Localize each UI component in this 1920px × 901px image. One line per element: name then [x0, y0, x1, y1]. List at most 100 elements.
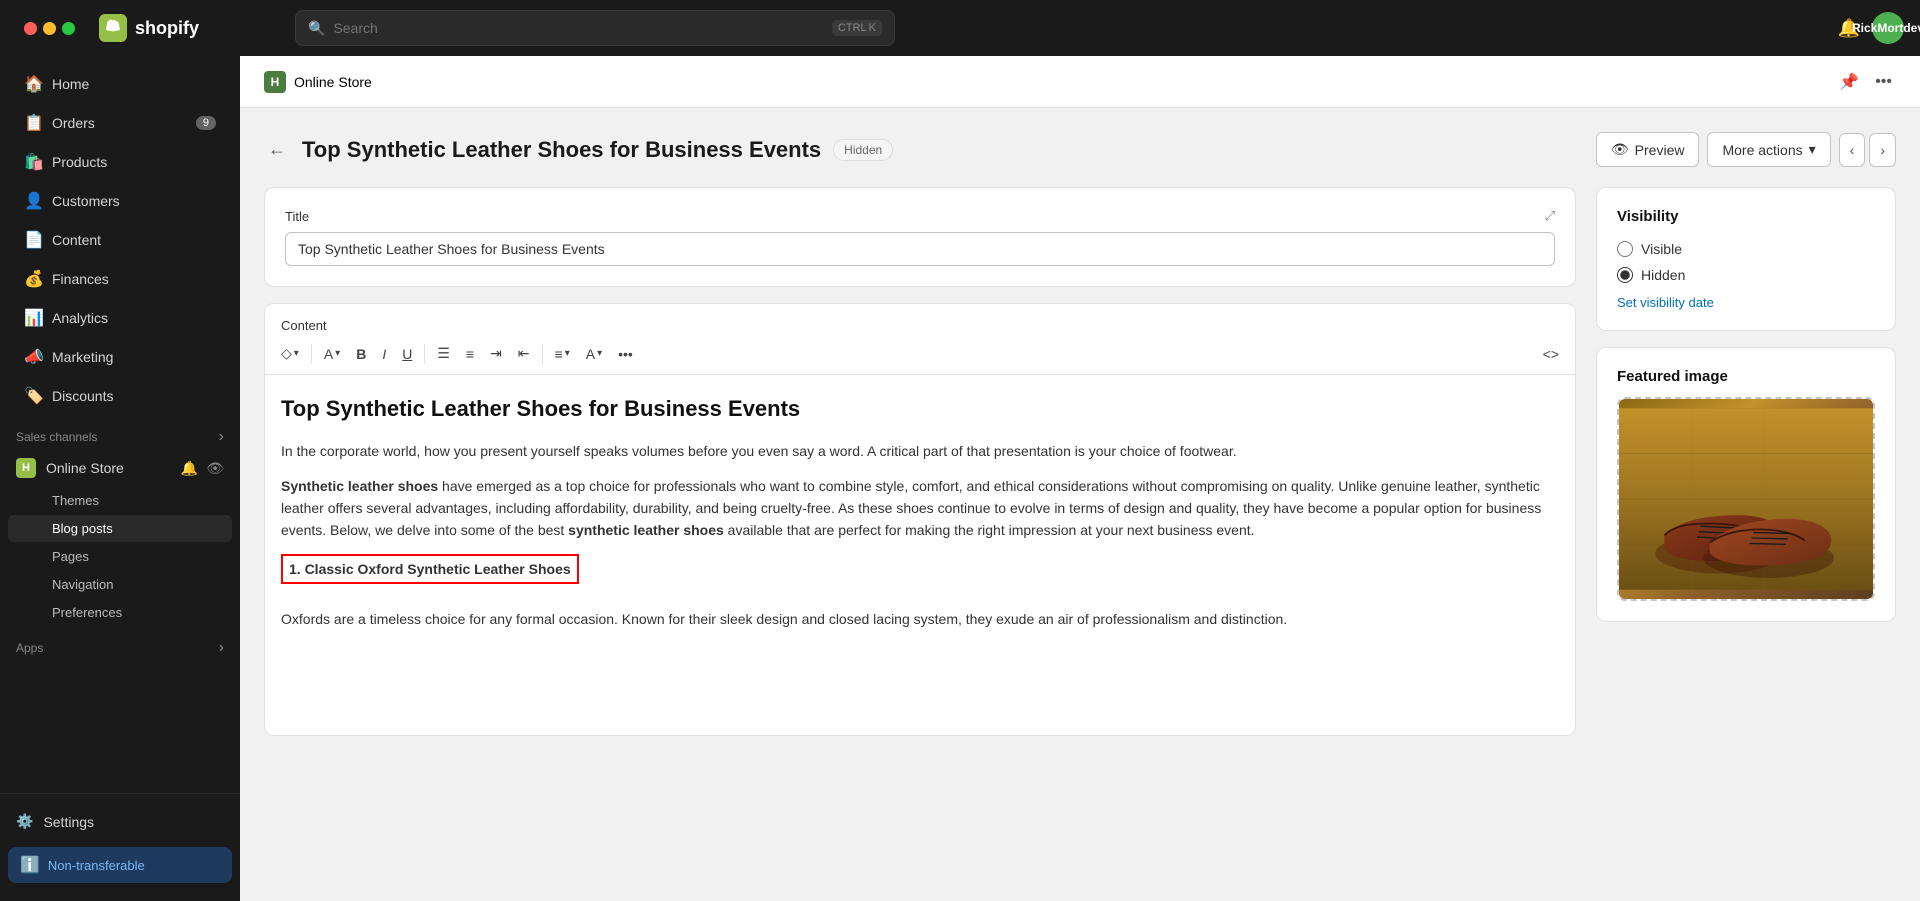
set-visibility-link[interactable]: Set visibility date: [1617, 295, 1875, 310]
sidebar-item-label: Discounts: [52, 388, 113, 404]
editor-para3: Oxfords are a timeless choice for any fo…: [281, 608, 1559, 630]
nontransferable-item[interactable]: ℹ️ Non-transferable: [8, 847, 232, 883]
sidebar-item-products[interactable]: 🛍️ Products: [8, 143, 232, 181]
italic-button[interactable]: I: [376, 342, 392, 366]
hidden-radio-item[interactable]: Hidden: [1617, 267, 1875, 283]
sidebar-item-orders[interactable]: 📋 Orders 9: [8, 104, 232, 142]
home-icon: 🏠: [24, 74, 42, 94]
orders-icon: 📋: [24, 113, 42, 133]
sidebar-subitem-blog-posts[interactable]: Blog posts: [8, 515, 232, 542]
sidebar-item-label: Orders: [52, 115, 95, 131]
editor-toolbar: ◇ ▾ A ▾ B I U ☰ ≡ ⇥ ⇤ ≡ ▾: [265, 333, 1575, 375]
preview-button[interactable]: 👁 Preview: [1596, 132, 1700, 167]
code-view-button[interactable]: <>: [1537, 342, 1565, 366]
more-actions-button[interactable]: More actions ▾: [1707, 132, 1830, 167]
format-dropdown[interactable]: ◇ ▾: [275, 341, 305, 366]
sidebar-subitem-themes[interactable]: Themes: [8, 487, 232, 514]
image-placeholder[interactable]: [1617, 397, 1875, 601]
search-icon: 🔍: [308, 20, 325, 37]
sidebar-item-analytics[interactable]: 📊 Analytics: [8, 299, 232, 337]
editor-para2: Synthetic leather shoes have emerged as …: [281, 475, 1559, 542]
shopify-logo-icon: [99, 14, 127, 42]
minimize-button[interactable]: [43, 22, 56, 35]
close-button[interactable]: [24, 22, 37, 35]
visible-label: Visible: [1641, 241, 1682, 257]
content-area: H Online Store 📌 ••• ← Top Synthetic Lea…: [240, 56, 1920, 901]
back-button[interactable]: ←: [264, 135, 290, 164]
preview-label: Preview: [1635, 142, 1685, 158]
breadcrumb-actions: 📌 •••: [1835, 68, 1896, 96]
sidebar-item-label: Content: [52, 232, 101, 248]
title-input[interactable]: [285, 232, 1555, 266]
bold-text-2: synthetic leather shoes: [568, 522, 724, 538]
toolbar-sep-3: [542, 344, 543, 364]
preview-icon: 👁: [1611, 141, 1629, 158]
font-dropdown[interactable]: A ▾: [318, 342, 346, 366]
maximize-button[interactable]: [62, 22, 75, 35]
visible-radio-item[interactable]: Visible: [1617, 241, 1875, 257]
sidebar-subitem-preferences[interactable]: Preferences: [8, 599, 232, 626]
topbar: shopify 🔍 CTRL K 🔔 RickMortdev: [0, 0, 1920, 56]
main-layout: 🏠 Home 📋 Orders 9 🛍️ Products 👤 Customer…: [0, 56, 1920, 901]
visibility-title: Visibility: [1617, 208, 1875, 225]
sales-channels-label: Sales channels: [16, 430, 97, 444]
title-expand-icon[interactable]: ⤢: [1545, 208, 1555, 224]
visibility-card: Visibility Visible Hidden Set visibi: [1596, 187, 1896, 331]
underline-button[interactable]: U: [396, 342, 418, 366]
avatar[interactable]: RickMortdev: [1872, 12, 1904, 44]
more-formats-button[interactable]: •••: [612, 342, 639, 366]
prev-button[interactable]: ‹: [1839, 133, 1866, 167]
sidebar-item-discounts[interactable]: 🏷️ Discounts: [8, 377, 232, 415]
sidebar-item-marketing[interactable]: 📣 Marketing: [8, 338, 232, 376]
content-field-label: Content: [265, 304, 1575, 333]
sales-channels-section: Sales channels ›: [0, 416, 240, 450]
discounts-icon: 🏷️: [24, 386, 42, 406]
settings-label: Settings: [43, 814, 94, 830]
align-dropdown[interactable]: ≡ ▾: [549, 342, 576, 366]
apps-expand[interactable]: ›: [219, 639, 224, 657]
products-icon: 🛍️: [24, 152, 42, 172]
sidebar: 🏠 Home 📋 Orders 9 🛍️ Products 👤 Customer…: [0, 56, 240, 901]
settings-icon: ⚙️: [16, 813, 33, 830]
editor-body[interactable]: Top Synthetic Leather Shoes for Business…: [265, 375, 1575, 735]
sidebar-item-content[interactable]: 📄 Content: [8, 221, 232, 259]
next-button[interactable]: ›: [1869, 133, 1896, 167]
customers-icon: 👤: [24, 191, 42, 211]
main-col: Title ⤢ Content ◇ ▾: [264, 187, 1576, 736]
featured-image-title: Featured image: [1617, 368, 1875, 385]
side-col: Visibility Visible Hidden Set visibi: [1596, 187, 1896, 736]
ordered-list-button[interactable]: ≡: [460, 342, 480, 366]
sidebar-item-finances[interactable]: 💰 Finances: [8, 260, 232, 298]
hidden-radio[interactable]: [1617, 267, 1633, 283]
page-header: ← Top Synthetic Leather Shoes for Busine…: [264, 132, 1896, 167]
oxford-subheading: 1. Classic Oxford Synthetic Leather Shoe…: [281, 554, 579, 584]
breadcrumb-more-button[interactable]: •••: [1871, 69, 1896, 95]
search-bar[interactable]: 🔍 CTRL K: [295, 10, 895, 46]
content-icon: 📄: [24, 230, 42, 250]
indent-button[interactable]: ⇥: [484, 341, 508, 366]
unordered-list-button[interactable]: ☰: [431, 341, 456, 366]
sidebar-item-settings[interactable]: ⚙️ Settings: [0, 804, 240, 839]
sidebar-bottom: ⚙️ Settings ℹ️ Non-transferable: [0, 793, 240, 901]
visible-radio[interactable]: [1617, 241, 1633, 257]
sidebar-subitem-pages[interactable]: Pages: [8, 543, 232, 570]
analytics-icon: 📊: [24, 308, 42, 328]
sidebar-item-home[interactable]: 🏠 Home: [8, 65, 232, 103]
bold-button[interactable]: B: [350, 342, 372, 366]
sidebar-item-online-store[interactable]: H Online Store 🔔 👁: [0, 450, 240, 486]
eye-icon[interactable]: 👁: [206, 460, 224, 477]
breadcrumb-pin-button[interactable]: 📌: [1835, 68, 1863, 96]
sidebar-subitem-navigation[interactable]: Navigation: [8, 571, 232, 598]
breadcrumb-text: Online Store: [294, 74, 372, 90]
font-color-dropdown[interactable]: A ▾: [580, 342, 608, 366]
more-actions-label: More actions: [1722, 142, 1802, 158]
online-store-actions: 🔔 👁: [181, 460, 224, 477]
sidebar-item-customers[interactable]: 👤 Customers: [8, 182, 232, 220]
search-input[interactable]: [333, 20, 823, 36]
bold-text-1: Synthetic leather shoes: [281, 478, 438, 494]
bell-icon[interactable]: 🔔: [181, 460, 198, 477]
outdent-button[interactable]: ⇤: [512, 341, 536, 366]
sales-channels-expand[interactable]: ›: [219, 428, 224, 446]
status-badge: Hidden: [833, 139, 893, 161]
apps-section: Apps ›: [0, 627, 240, 661]
